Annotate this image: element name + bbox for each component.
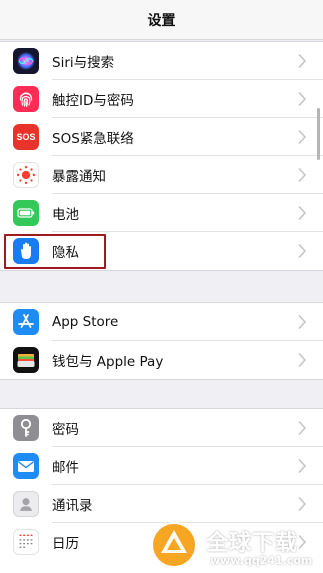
settings-row-siri[interactable]: Siri与搜索 xyxy=(0,42,323,80)
settings-row-label: 隐私 xyxy=(52,245,79,261)
chevron-right-icon xyxy=(298,244,306,258)
settings-row-label: 电池 xyxy=(52,207,79,223)
settings-row-label: SOS紧急联络 xyxy=(52,131,134,147)
settings-row-exposure[interactable]: 暴露通知 xyxy=(0,156,323,194)
settings-screen: 设置 Siri与搜索 触控ID与密码 SOS SOS紧急联络 暴露通知 电池 隐… xyxy=(0,0,323,573)
contacts-icon xyxy=(13,491,39,517)
settings-group-2: App Store 钱包与 Apple Pay xyxy=(0,302,323,380)
settings-group-3: 密码 邮件 通讯录 日历 xyxy=(0,408,323,573)
chevron-right-icon xyxy=(298,497,306,511)
battery-icon xyxy=(13,200,39,226)
settings-row-passwords[interactable]: 密码 xyxy=(0,409,323,447)
settings-row-label: 钱包与 Apple Pay xyxy=(52,354,164,370)
settings-row-label: 日历 xyxy=(52,536,79,552)
chevron-right-icon xyxy=(298,168,306,182)
exposure-notification-icon xyxy=(13,162,39,188)
settings-row-mail[interactable]: 邮件 xyxy=(0,447,323,485)
chevron-right-icon xyxy=(298,92,306,106)
chevron-right-icon xyxy=(298,421,306,435)
settings-row-label: 触控ID与密码 xyxy=(52,93,134,109)
settings-row-wallet[interactable]: 钱包与 Apple Pay xyxy=(0,341,323,379)
siri-icon xyxy=(13,48,39,74)
fingerprint-icon xyxy=(13,86,39,112)
key-icon xyxy=(13,415,39,441)
scrollbar[interactable] xyxy=(317,108,320,160)
settings-row-label: Siri与搜索 xyxy=(52,55,115,71)
settings-row-sos[interactable]: SOS SOS紧急联络 xyxy=(0,118,323,156)
settings-row-label: 密码 xyxy=(52,422,79,438)
chevron-right-icon xyxy=(298,535,306,549)
settings-row-label: 通讯录 xyxy=(52,498,93,514)
settings-group-1: Siri与搜索 触控ID与密码 SOS SOS紧急联络 暴露通知 电池 隐私 xyxy=(0,41,323,271)
chevron-right-icon xyxy=(298,459,306,473)
mail-icon xyxy=(13,453,39,479)
settings-row-app-store[interactable]: App Store xyxy=(0,303,323,341)
calendar-icon xyxy=(13,529,39,555)
chevron-right-icon xyxy=(298,130,306,144)
app-store-icon xyxy=(13,309,39,335)
page-title: 设置 xyxy=(147,12,176,29)
settings-row-battery[interactable]: 电池 xyxy=(0,194,323,232)
settings-row-calendar[interactable]: 日历 xyxy=(0,523,323,561)
privacy-hand-icon xyxy=(13,238,39,264)
wallet-icon xyxy=(13,347,39,373)
settings-row-contacts[interactable]: 通讯录 xyxy=(0,485,323,523)
settings-row-label: 邮件 xyxy=(52,460,79,476)
nav-bar: 设置 xyxy=(0,0,323,40)
settings-row-touch-id[interactable]: 触控ID与密码 xyxy=(0,80,323,118)
chevron-right-icon xyxy=(298,315,306,329)
settings-row-label: 暴露通知 xyxy=(52,169,106,185)
chevron-right-icon xyxy=(298,54,306,68)
settings-row-privacy[interactable]: 隐私 xyxy=(0,232,323,270)
chevron-right-icon xyxy=(298,353,306,367)
chevron-right-icon xyxy=(298,206,306,220)
sos-icon: SOS xyxy=(13,124,39,150)
settings-row-label: App Store xyxy=(52,314,119,330)
